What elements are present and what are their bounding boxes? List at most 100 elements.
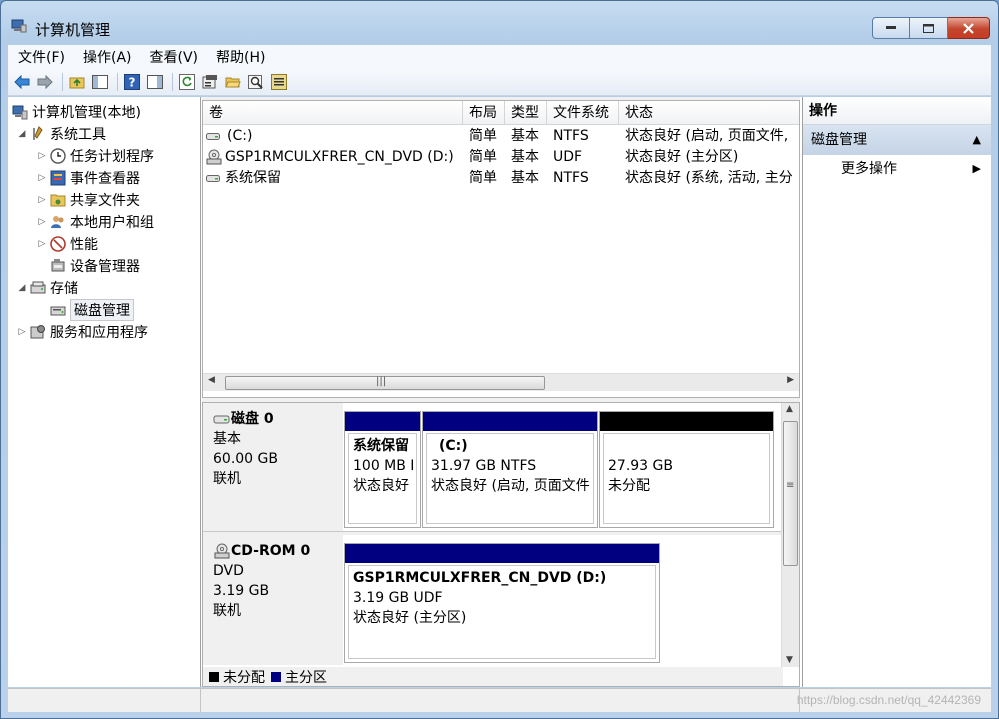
export-list-button[interactable] bbox=[269, 72, 289, 92]
collapse-arrow-icon[interactable]: ◢ bbox=[16, 283, 28, 293]
vertical-scroll-thumb[interactable]: ≡ bbox=[783, 421, 798, 566]
volume-fs: NTFS bbox=[553, 128, 589, 144]
volume-type: 基本 bbox=[511, 128, 539, 144]
disk-management-icon bbox=[50, 306, 66, 316]
minimize-icon bbox=[886, 26, 896, 29]
primary-partition-bar bbox=[345, 544, 659, 563]
tree-item-local-users[interactable]: ▷ 本地用户和组 bbox=[36, 211, 154, 233]
disk-size: 60.00 GB bbox=[213, 451, 278, 467]
disk-state: 联机 bbox=[213, 603, 241, 619]
scroll-down-icon[interactable]: ▼ bbox=[786, 655, 793, 665]
disk-name: 磁盘 0 bbox=[231, 411, 274, 427]
partition-status: 状态良好 (启动, 页面文件 bbox=[431, 478, 590, 494]
tree-item-system-tools[interactable]: ◢ 系统工具 bbox=[16, 123, 106, 145]
collapse-up-icon[interactable]: ▲ bbox=[973, 125, 981, 155]
scroll-right-icon[interactable]: ▶ bbox=[787, 375, 794, 385]
column-layout[interactable]: 布局 bbox=[463, 101, 505, 125]
partition-size: 27.93 GB bbox=[608, 458, 673, 474]
expand-arrow-icon[interactable]: ▷ bbox=[36, 239, 48, 249]
volume-status: 状态良好 (系统, 活动, 主分 bbox=[625, 170, 793, 186]
menu-help[interactable]: 帮助(H) bbox=[206, 47, 273, 67]
clock-icon bbox=[50, 148, 66, 164]
action-pane-button[interactable] bbox=[145, 72, 165, 92]
table-row[interactable]: (C:) 简单 基本 NTFS 状态良好 (启动, 页面文件, bbox=[203, 126, 799, 147]
title-bar: 计算机管理 bbox=[1, 1, 998, 41]
column-type[interactable]: 类型 bbox=[505, 101, 547, 125]
table-row[interactable]: GSP1RMCULXFRER_CN_DVD (D:) 简单 基本 UDF 状态良… bbox=[203, 147, 799, 168]
tree-item-device-manager[interactable]: 设备管理器 bbox=[48, 255, 140, 277]
actions-section-disk-management[interactable]: 磁盘管理 ▲ bbox=[803, 125, 991, 155]
back-button[interactable] bbox=[12, 72, 32, 92]
menu-file[interactable]: 文件(F) bbox=[8, 47, 73, 67]
tree-item-root[interactable]: 计算机管理(本地) bbox=[10, 101, 141, 123]
partition-system-reserved[interactable]: 系统保留 100 MB I 状态良好 bbox=[344, 411, 421, 528]
grip-icon: ||| bbox=[376, 376, 387, 387]
more-actions-item[interactable]: 更多操作 ▶ bbox=[803, 155, 991, 183]
help-button[interactable]: ? bbox=[122, 72, 142, 92]
folder-up-icon bbox=[69, 77, 85, 89]
action-pane-icon bbox=[147, 75, 163, 89]
properties-button[interactable] bbox=[200, 72, 220, 92]
disk-0-label[interactable]: 磁盘 0 基本 60.00 GB 联机 bbox=[203, 403, 343, 531]
expand-arrow-icon[interactable]: ▷ bbox=[36, 195, 48, 205]
toolbar: ? bbox=[8, 69, 991, 96]
expand-arrow-icon[interactable]: ▷ bbox=[36, 217, 48, 227]
tree-label-selected: 磁盘管理 bbox=[70, 299, 134, 321]
expand-arrow-icon[interactable]: ▷ bbox=[36, 151, 48, 161]
minimize-button[interactable] bbox=[872, 17, 910, 39]
show-hide-tree-button[interactable] bbox=[90, 72, 110, 92]
dvd-drive-icon bbox=[206, 149, 222, 165]
event-viewer-icon bbox=[50, 170, 66, 186]
collapse-arrow-icon[interactable]: ◢ bbox=[16, 129, 28, 139]
column-filesystem[interactable]: 文件系统 bbox=[547, 101, 619, 125]
tree-label: 任务计划程序 bbox=[70, 149, 154, 165]
tree-item-services[interactable]: ▷ 服务和应用程序 bbox=[16, 321, 148, 343]
tree-item-event-viewer[interactable]: ▷ 事件查看器 bbox=[36, 167, 140, 189]
watermark: https://blog.csdn.net/qq_42442369 bbox=[796, 693, 981, 707]
main-content: 计算机管理(本地) ◢ 系统工具 ▷ 任务计划程序 ▷ 事件查看器 ▷ 共享文件… bbox=[8, 97, 991, 687]
tree-item-task-scheduler[interactable]: ▷ 任务计划程序 bbox=[36, 145, 154, 167]
forward-button[interactable] bbox=[35, 72, 55, 92]
partition-c[interactable]: (C:) 31.97 GB NTFS 状态良好 (启动, 页面文件 bbox=[422, 411, 598, 528]
volume-list: 卷 布局 类型 文件系统 状态 (C:) 简单 基本 NTFS 状态良好 (启动… bbox=[202, 100, 800, 398]
services-icon bbox=[30, 325, 45, 339]
refresh-button[interactable] bbox=[177, 72, 197, 92]
horizontal-scroll-thumb[interactable]: ||| bbox=[225, 376, 545, 390]
expand-arrow-icon[interactable]: ▷ bbox=[16, 327, 28, 337]
search-button[interactable] bbox=[246, 72, 266, 92]
export-list-icon bbox=[271, 74, 287, 90]
tree-item-performance[interactable]: ▷ 性能 bbox=[36, 233, 98, 255]
menu-action[interactable]: 操作(A) bbox=[73, 47, 140, 67]
close-button[interactable] bbox=[948, 17, 990, 39]
vertical-scrollbar[interactable]: ▲ ≡ ▼ bbox=[781, 403, 799, 667]
horizontal-scrollbar[interactable]: ◀ ||| ▶ bbox=[203, 373, 799, 391]
tree-label: 共享文件夹 bbox=[70, 193, 140, 209]
open-button[interactable] bbox=[223, 72, 243, 92]
partition-status: 状态良好 bbox=[353, 478, 409, 494]
up-button[interactable] bbox=[67, 72, 87, 92]
cdrom-0-label[interactable]: CD-ROM 0 DVD 3.19 GB 联机 bbox=[203, 535, 343, 665]
properties-icon bbox=[202, 75, 217, 89]
tools-icon bbox=[33, 126, 43, 140]
scroll-left-icon[interactable]: ◀ bbox=[208, 375, 215, 385]
unallocated-bar bbox=[600, 412, 773, 431]
tree-item-shared-folders[interactable]: ▷ 共享文件夹 bbox=[36, 189, 140, 211]
partition-unallocated[interactable]: 27.93 GB 未分配 bbox=[599, 411, 774, 528]
scroll-up-icon[interactable]: ▲ bbox=[786, 404, 793, 414]
maximize-button[interactable] bbox=[910, 17, 948, 39]
partition-d[interactable]: GSP1RMCULXFRER_CN_DVD (D:) 3.19 GB UDF 状… bbox=[344, 543, 660, 663]
volume-drive-icon bbox=[206, 175, 220, 182]
expand-arrow-icon[interactable]: ▷ bbox=[36, 173, 48, 183]
column-status[interactable]: 状态 bbox=[619, 101, 799, 125]
column-volume[interactable]: 卷 bbox=[203, 101, 463, 125]
tree-item-storage[interactable]: ◢ 存储 bbox=[16, 277, 78, 299]
disk-name: CD-ROM 0 bbox=[231, 543, 311, 559]
device-manager-icon bbox=[51, 259, 65, 272]
tree-item-disk-management[interactable]: 磁盘管理 bbox=[48, 299, 134, 321]
volume-layout: 简单 bbox=[469, 149, 497, 165]
center-pane: 卷 布局 类型 文件系统 状态 (C:) 简单 基本 NTFS 状态良好 (启动… bbox=[202, 97, 800, 687]
maximize-icon bbox=[923, 23, 934, 33]
menu-view[interactable]: 查看(V) bbox=[140, 47, 207, 67]
table-row[interactable]: 系统保留 简单 基本 NTFS 状态良好 (系统, 活动, 主分 bbox=[203, 168, 799, 189]
search-icon bbox=[248, 75, 263, 89]
